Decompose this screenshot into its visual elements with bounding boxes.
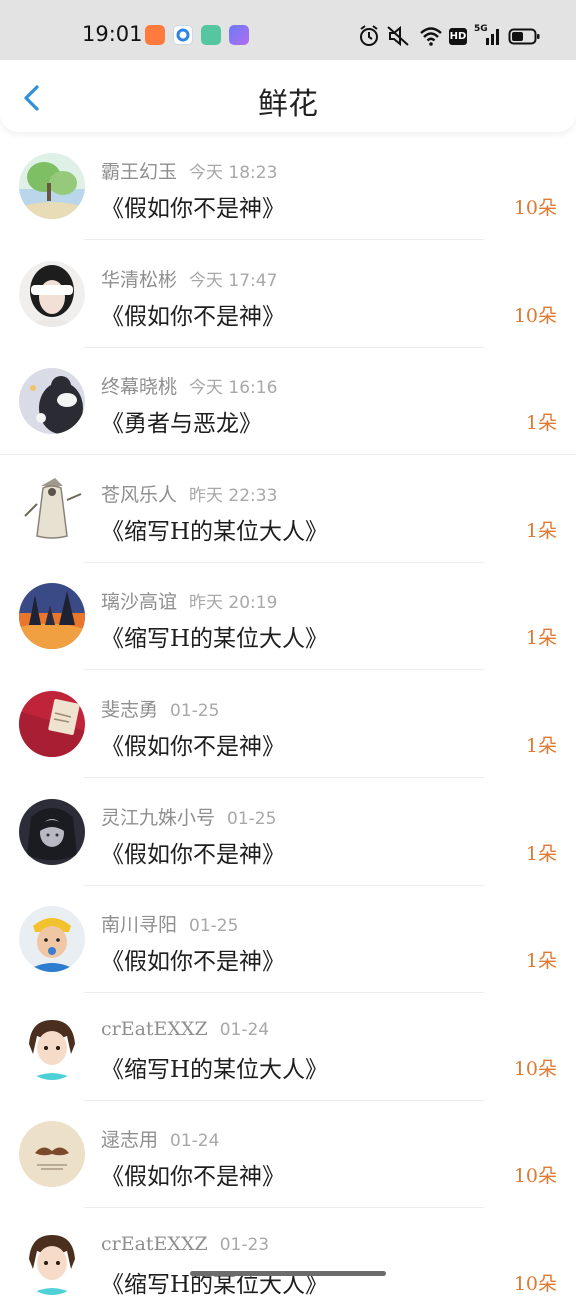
timestamp: 01-23 xyxy=(219,1234,270,1255)
flower-count: 10朵 xyxy=(513,197,557,219)
notification-app-icon-purple xyxy=(229,25,249,45)
alarm-icon xyxy=(360,25,378,46)
username[interactable]: 苍风乐人 xyxy=(101,484,177,506)
list-item[interactable]: 南川寻阳 01-25 《假如你不是神》 1朵 xyxy=(0,885,576,994)
username[interactable]: 斐志勇 xyxy=(101,699,158,721)
avatar[interactable] xyxy=(19,1121,85,1188)
list-item[interactable]: 璃沙高谊 昨天 20:19 《缩写H的某位大人》 1朵 xyxy=(0,562,576,671)
status-bar: 19:01 HD 5G xyxy=(0,0,576,60)
list-item[interactable]: 逯志用 01-24 《假如你不是神》 10朵 xyxy=(0,1100,576,1209)
timestamp: 01-25 xyxy=(227,808,277,829)
book-title[interactable]: 《勇者与恶龙》 xyxy=(101,404,262,438)
book-title[interactable]: 《假如你不是神》 xyxy=(101,297,285,331)
avatar[interactable] xyxy=(19,690,85,757)
list-item[interactable]: 终幕晓桃 今天 16:16 《勇者与恶龙》 1朵 xyxy=(0,347,576,456)
timestamp: 01-24 xyxy=(219,1019,270,1040)
flower-list: 霸王幻玉 今天 18:23 《假如你不是神》 10朵 华清松彬 今天 17:47 《… xyxy=(0,132,576,1316)
book-title[interactable]: 《假如你不是神》 xyxy=(101,727,285,761)
battery-icon xyxy=(508,28,540,45)
list-item[interactable]: 华清松彬 今天 17:47 《假如你不是神》 10朵 xyxy=(0,240,576,348)
flower-count: 10朵 xyxy=(513,1272,557,1295)
avatar[interactable] xyxy=(19,260,85,327)
username[interactable]: 南川寻阳 xyxy=(101,914,177,936)
username[interactable]: crEatEXXZ xyxy=(101,1233,208,1255)
username[interactable]: 灵江九姝小号 xyxy=(101,807,215,829)
avatar[interactable] xyxy=(19,798,85,865)
flower-count: 1朵 xyxy=(525,412,557,435)
avatar[interactable] xyxy=(19,153,85,219)
avatar[interactable] xyxy=(19,906,85,973)
timestamp: 01-24 xyxy=(170,1131,220,1152)
flower-count: 10朵 xyxy=(513,304,557,327)
flower-count: 1朵 xyxy=(525,627,557,650)
username[interactable]: 逯志用 xyxy=(101,1129,158,1151)
home-indicator[interactable] xyxy=(190,1271,386,1276)
flower-count: 1朵 xyxy=(525,519,557,542)
list-item[interactable]: 斐志勇 01-25 《假如你不是神》 1朵 xyxy=(0,670,576,778)
5g-signal-icon: 5G xyxy=(474,24,502,48)
list-item[interactable]: 霸王幻玉 今天 18:23 《假如你不是神》 10朵 xyxy=(0,132,576,240)
timestamp: 今天 16:16 xyxy=(189,378,278,399)
avatar[interactable] xyxy=(19,368,85,435)
timestamp: 昨天 22:33 xyxy=(189,485,278,506)
book-title[interactable]: 《假如你不是神》 xyxy=(101,189,285,223)
flower-count: 1朵 xyxy=(525,842,557,865)
header-bar: 鲜花 xyxy=(0,60,576,132)
avatar[interactable] xyxy=(19,583,85,650)
list-item[interactable]: 灵江九姝小号 01-25 《假如你不是神》 1朵 xyxy=(0,778,576,886)
flower-count: 1朵 xyxy=(525,734,557,757)
username[interactable]: 终幕晓桃 xyxy=(101,376,177,398)
timestamp: 今天 18:23 xyxy=(189,163,278,183)
flower-count: 1朵 xyxy=(525,950,557,973)
flower-count: 10朵 xyxy=(513,1057,557,1080)
status-time: 19:01 xyxy=(82,22,143,46)
hd-icon: HD xyxy=(449,28,467,45)
username[interactable]: 霸王幻玉 xyxy=(101,161,177,183)
timestamp: 01-25 xyxy=(170,700,220,721)
book-title[interactable]: 《缩写H的某位大人》 xyxy=(101,1050,328,1084)
timestamp: 今天 17:47 xyxy=(189,270,278,291)
book-title[interactable]: 《缩写H的某位大人》 xyxy=(101,619,328,653)
list-item[interactable]: 苍风乐人 昨天 22:33 《缩写H的某位大人》 1朵 xyxy=(0,455,576,563)
avatar[interactable] xyxy=(19,475,85,542)
book-title[interactable]: 《缩写H的某位大人》 xyxy=(101,512,328,546)
timestamp: 昨天 20:19 xyxy=(189,593,278,614)
list-item[interactable]: crEatEXXZ 01-23 《缩写H的某位大人》 10朵 xyxy=(0,1208,576,1316)
list-item[interactable]: crEatEXXZ 01-24 《缩写H的某位大人》 10朵 xyxy=(0,993,576,1101)
notification-app-icon-orange xyxy=(145,25,165,45)
mute-icon xyxy=(387,25,409,47)
avatar[interactable] xyxy=(19,1013,85,1080)
username[interactable]: crEatEXXZ xyxy=(101,1018,208,1040)
notification-app-icon-green xyxy=(201,25,221,45)
flower-count: 10朵 xyxy=(513,1165,557,1188)
wifi-icon xyxy=(420,27,442,46)
username[interactable]: 华清松彬 xyxy=(101,269,177,291)
book-title[interactable]: 《假如你不是神》 xyxy=(101,942,285,976)
book-title[interactable]: 《假如你不是神》 xyxy=(101,835,285,869)
username[interactable]: 璃沙高谊 xyxy=(101,591,177,613)
avatar[interactable] xyxy=(19,1228,85,1295)
timestamp: 01-25 xyxy=(189,916,239,937)
page-title: 鲜花 xyxy=(258,87,318,122)
notification-app-icon-blue xyxy=(173,25,193,45)
book-title[interactable]: 《假如你不是神》 xyxy=(101,1157,285,1191)
